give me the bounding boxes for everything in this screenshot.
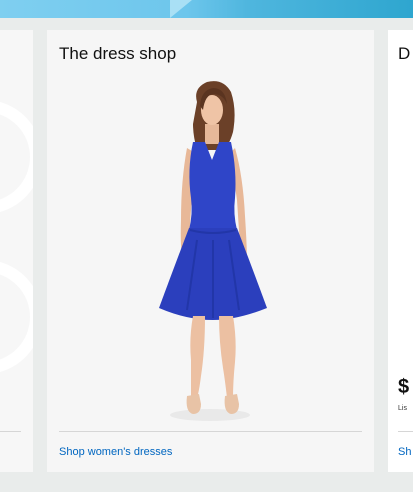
hero-banner-strip[interactable]: [0, 0, 413, 18]
card-divider: [0, 431, 21, 432]
shop-link[interactable]: Sh: [398, 446, 411, 458]
card-previous[interactable]: [0, 30, 33, 472]
card-divider: [59, 431, 362, 432]
woman-in-blue-dress-image[interactable]: [47, 80, 374, 430]
card-previous-graphic: [0, 260, 33, 374]
card-title: D: [398, 44, 411, 63]
shop-womens-dresses-link[interactable]: Shop women's dresses: [59, 446, 172, 458]
card-title: The dress shop: [59, 44, 177, 63]
banner-graphic: [170, 0, 192, 18]
card-divider: [398, 431, 413, 432]
list-price-label: Lis: [398, 405, 407, 412]
card-next[interactable]: D $ Lis Sh: [388, 30, 413, 472]
card-dress-shop[interactable]: The dress shop Shop women's dresses: [47, 30, 374, 472]
price: $: [398, 376, 410, 398]
page: The dress shop Shop women's dresses D $ …: [0, 0, 413, 492]
card-previous-graphic: [0, 100, 33, 214]
